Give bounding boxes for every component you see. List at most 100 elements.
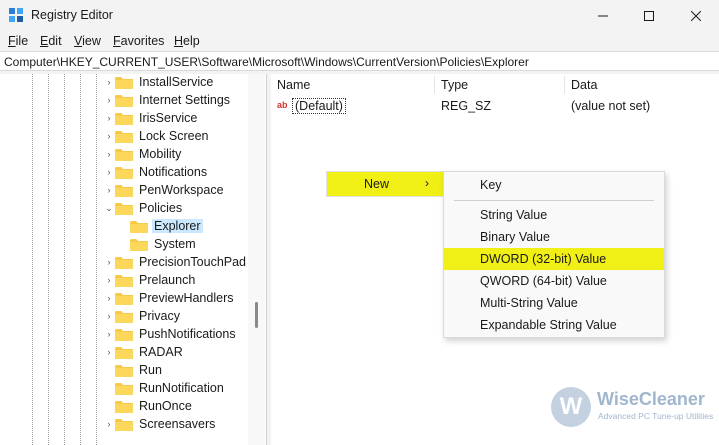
chevron-right-icon[interactable]: › — [103, 253, 115, 271]
tree-item-label: Mobility — [139, 147, 182, 161]
tree-guide-line — [48, 74, 49, 445]
close-icon — [691, 10, 701, 21]
folder-icon — [115, 274, 133, 287]
registry-editor-icon — [9, 8, 23, 22]
tree-item-label: RunOnce — [139, 399, 192, 413]
svg-text:ab: ab — [277, 100, 288, 110]
folder-icon — [115, 112, 133, 125]
folder-icon — [115, 418, 133, 431]
tree-item[interactable]: › RADAR — [103, 343, 185, 361]
folder-icon — [115, 346, 133, 359]
submenu-item-string-value[interactable]: String Value — [444, 204, 664, 226]
tree-item[interactable]: › PrecisionTouchPad — [103, 253, 248, 271]
minimize-icon — [598, 15, 608, 16]
tree-item[interactable]: RunNotification — [103, 379, 226, 397]
tree-item-label: PushNotifications — [139, 327, 236, 341]
chevron-right-icon[interactable]: › — [103, 163, 115, 181]
submenu-item-key[interactable]: Key — [444, 174, 664, 196]
chevron-right-icon[interactable]: › — [103, 343, 115, 361]
tree-item[interactable]: › InstallService — [103, 74, 215, 91]
value-name[interactable]: (Default) — [292, 98, 346, 114]
chevron-right-icon[interactable]: › — [103, 91, 115, 109]
tree-item[interactable]: › Screensavers — [103, 415, 217, 433]
tree-scroll-thumb[interactable] — [255, 302, 258, 328]
window-title: Registry Editor — [31, 8, 113, 22]
chevron-right-icon — [118, 217, 130, 235]
address-path[interactable]: Computer\HKEY_CURRENT_USER\Software\Micr… — [4, 55, 529, 69]
watermark-name: WiseCleaner — [597, 389, 705, 409]
column-header-type[interactable]: Type — [435, 74, 564, 96]
tree-item-label: PrecisionTouchPad — [139, 255, 247, 269]
chevron-right-icon[interactable]: › — [103, 145, 115, 163]
tree-item[interactable]: › Prelaunch — [103, 271, 197, 289]
tree-item[interactable]: Explorer — [118, 217, 203, 235]
chevron-right-icon — [103, 379, 115, 397]
maximize-button[interactable] — [626, 0, 672, 31]
tree-item-label: System — [154, 237, 196, 251]
tree-item[interactable]: › Internet Settings — [103, 91, 232, 109]
submenu-item-dword-value[interactable]: DWORD (32-bit) Value — [444, 248, 664, 270]
tree-item[interactable]: › Lock Screen — [103, 127, 210, 145]
context-menu-new[interactable]: New › — [327, 172, 443, 196]
close-button[interactable] — [673, 0, 719, 31]
tree-item[interactable]: Run — [103, 361, 164, 379]
menu-edit[interactable]: Edit — [40, 34, 62, 48]
column-header-name[interactable]: Name — [271, 74, 434, 96]
key-tree[interactable]: › InstallService › Internet Settings › IrisSe… — [0, 74, 267, 445]
tree-item-label: PenWorkspace — [139, 183, 224, 197]
chevron-right-icon — [103, 361, 115, 379]
chevron-right-icon[interactable]: › — [103, 271, 115, 289]
new-submenu: Key String Value Binary Value DWORD (32-… — [443, 171, 665, 338]
submenu-item-binary-value[interactable]: Binary Value — [444, 226, 664, 248]
chevron-down-icon[interactable]: ⌄ — [103, 199, 115, 217]
folder-icon — [115, 400, 133, 413]
minimize-button[interactable] — [580, 0, 626, 31]
tree-item[interactable]: › IrisService — [103, 109, 199, 127]
chevron-right-icon[interactable]: › — [103, 415, 115, 433]
tree-item[interactable]: › PushNotifications — [103, 325, 238, 343]
chevron-right-icon[interactable]: › — [103, 127, 115, 145]
value-row[interactable]: ab (Default) REG_SZ (value not set) — [271, 96, 719, 116]
tree-item[interactable]: › PenWorkspace — [103, 181, 226, 199]
tree-item-label: Policies — [139, 201, 183, 215]
chevron-right-icon[interactable]: › — [103, 181, 115, 199]
tree-item-label: Lock Screen — [139, 129, 209, 143]
column-header-data[interactable]: Data — [565, 74, 719, 96]
submenu-item-expandable-string-value[interactable]: Expandable String Value — [444, 314, 664, 336]
menu-favorites[interactable]: Favorites — [113, 34, 164, 48]
menu-help[interactable]: Help — [174, 34, 200, 48]
tree-item[interactable]: › Notifications — [103, 163, 209, 181]
folder-icon — [115, 130, 133, 143]
submenu-item-qword-value[interactable]: QWORD (64-bit) Value — [444, 270, 664, 292]
chevron-right-icon[interactable]: › — [103, 289, 115, 307]
folder-icon — [115, 76, 133, 89]
menu-file[interactable]: File — [8, 34, 28, 48]
chevron-right-icon — [103, 397, 115, 415]
tree-item[interactable]: › Mobility — [103, 145, 183, 163]
chevron-right-icon[interactable]: › — [103, 109, 115, 127]
menu-separator — [454, 200, 654, 201]
tree-item-label: Run — [139, 363, 162, 377]
chevron-right-icon[interactable]: › — [103, 307, 115, 325]
tree-guide-line — [80, 74, 81, 445]
wisecleaner-logo-icon: W — [551, 387, 591, 427]
tree-item[interactable]: › Privacy — [103, 307, 182, 325]
tree-item[interactable]: RunOnce — [103, 397, 194, 415]
tree-item-label: Notifications — [139, 165, 208, 179]
wisecleaner-watermark: W WiseCleaner Advanced PC Tune-up Utilit… — [551, 387, 714, 427]
tree-item-label: InstallService — [139, 75, 214, 89]
tree-item[interactable]: System — [118, 235, 198, 253]
menu-view[interactable]: View — [74, 34, 101, 48]
folder-icon — [115, 202, 133, 215]
tree-item[interactable]: › PreviewHandlers — [103, 289, 235, 307]
tree-scrollbar[interactable] — [248, 74, 265, 445]
watermark-tagline: Advanced PC Tune-up Utilities — [598, 411, 714, 421]
submenu-item-multi-string-value[interactable]: Multi-String Value — [444, 292, 664, 314]
chevron-right-icon[interactable]: › — [103, 325, 115, 343]
tree-item-label: Explorer — [152, 219, 203, 233]
tree-item[interactable]: ⌄ Policies — [103, 199, 184, 217]
chevron-right-icon[interactable]: › — [103, 74, 115, 91]
address-bar[interactable]: Computer\HKEY_CURRENT_USER\Software\Micr… — [0, 51, 719, 71]
string-value-icon: ab — [277, 99, 291, 112]
value-data: (value not set) — [571, 99, 651, 113]
